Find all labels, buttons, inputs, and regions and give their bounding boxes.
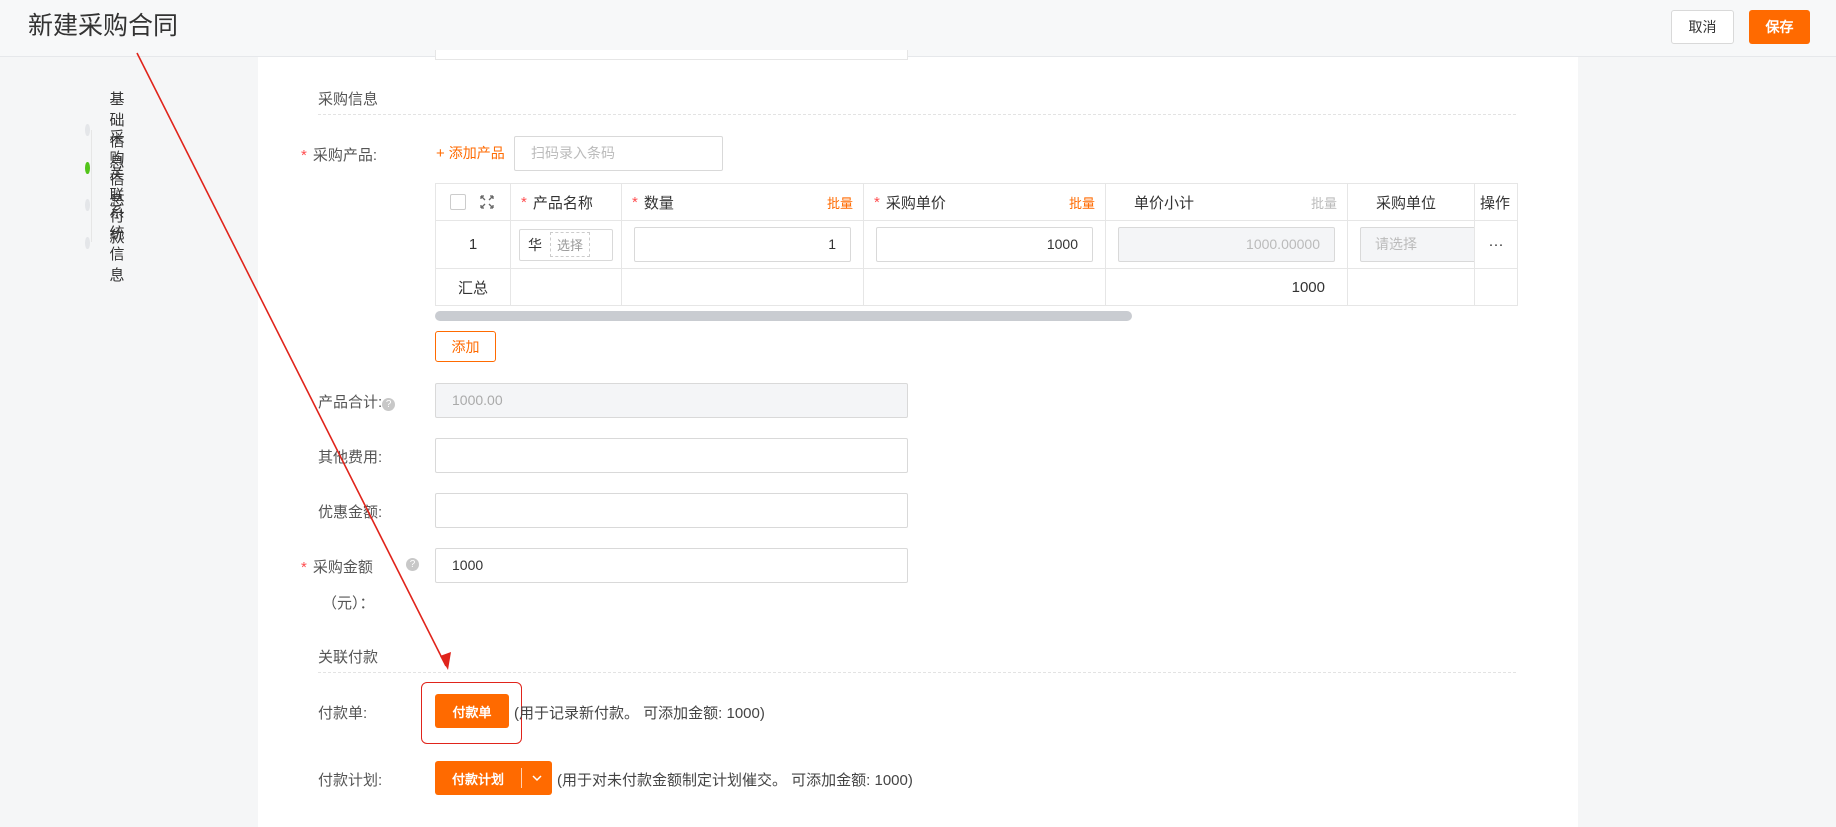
product-total-text: 产品合计: xyxy=(318,394,383,411)
header-price-cell: * 采购单价 批量 xyxy=(863,183,1106,221)
subtotal-batch-link: 批量 xyxy=(1310,195,1337,211)
expand-icon[interactable] xyxy=(480,195,494,209)
header-qty: 数量 xyxy=(643,194,674,212)
section-divider xyxy=(318,114,1516,115)
payment-plan-dropdown[interactable] xyxy=(522,774,552,782)
table-header-row: * 产品名称 * 数量 批量 * 采购单价 批量 单价小计 批量 采购单位 操作 xyxy=(435,183,1518,221)
select-all-checkbox[interactable] xyxy=(450,194,466,210)
row-unit-cell: 请选择 xyxy=(1347,220,1475,269)
step-dot xyxy=(85,199,90,211)
help-icon[interactable]: ? xyxy=(406,558,419,571)
payment-button[interactable]: 付款单 xyxy=(435,694,509,728)
summary-empty xyxy=(510,268,622,306)
header-name-cell: * 产品名称 xyxy=(510,183,622,221)
header-select-cell xyxy=(435,183,511,221)
payment-plan-label: 付款计划: xyxy=(318,772,383,789)
table-horizontal-scrollbar[interactable] xyxy=(435,311,1132,321)
row-name-cell: 华 选择 xyxy=(510,220,622,269)
barcode-input[interactable]: 扫码录入条码 xyxy=(514,136,723,171)
row-ops-menu[interactable]: ··· xyxy=(1474,220,1518,269)
product-name-value: 华 xyxy=(528,236,542,253)
section-title-purchase: 采购信息 xyxy=(318,91,379,108)
summary-empty xyxy=(1474,268,1518,306)
row-index: 1 xyxy=(435,220,511,269)
header-unit: 采购单位 xyxy=(1376,194,1437,212)
payment-plan-hint: (用于对未付款金额制定计划催交。 可添加金额: 1000) xyxy=(557,772,913,789)
qty-input[interactable]: 1 xyxy=(634,227,851,262)
summary-empty xyxy=(1347,268,1475,306)
payment-hint: (用于记录新付款。 可添加金额: 1000) xyxy=(514,705,765,722)
summary-empty xyxy=(621,268,864,306)
summary-subtotal: 1000 xyxy=(1105,268,1348,306)
select-product-button[interactable]: 选择 xyxy=(550,232,591,257)
save-button[interactable]: 保存 xyxy=(1749,10,1810,44)
header-ops: 操作 xyxy=(1480,194,1511,212)
add-product-link[interactable]: + 添加产品 xyxy=(436,143,505,163)
price-batch-link[interactable]: 批量 xyxy=(1069,193,1095,212)
cancel-button[interactable]: 取消 xyxy=(1671,10,1734,44)
summary-empty xyxy=(863,268,1106,306)
step-label: 系统信息 xyxy=(109,204,125,284)
page-header: 新建采购合同 取消 保存 xyxy=(0,0,1836,57)
page-title: 新建采购合同 xyxy=(28,12,179,40)
qty-batch-link[interactable]: 批量 xyxy=(827,193,853,212)
clipped-input xyxy=(435,50,908,60)
section-divider xyxy=(318,672,1516,673)
products-field-label: * 采购产品: xyxy=(301,147,378,164)
amount-label: * 采购金额 xyxy=(301,559,373,576)
header-ops-cell: 操作 xyxy=(1474,183,1518,221)
add-row-button[interactable]: 添加 xyxy=(435,331,496,362)
header-unit-price: 采购单价 xyxy=(885,194,946,212)
other-fees-input[interactable] xyxy=(435,438,908,473)
product-total-input: 1000.00 xyxy=(435,383,908,418)
product-table: * 产品名称 * 数量 批量 * 采购单价 批量 单价小计 批量 采购单位 操作 1 华 选… xyxy=(435,183,1518,306)
header-unit-cell: 采购单位 xyxy=(1347,183,1475,221)
unit-select[interactable]: 请选择 xyxy=(1360,227,1474,262)
amount-label-text: 采购金额 xyxy=(312,559,373,576)
row-subtotal-cell: 1000.00000 xyxy=(1105,220,1348,269)
unit-price-input[interactable]: 1000 xyxy=(876,227,1093,262)
add-product-text: 添加产品 xyxy=(448,145,505,161)
barcode-placeholder: 扫码录入条码 xyxy=(531,145,615,161)
payment-plan-button[interactable]: 付款计划 xyxy=(435,769,521,788)
summary-label: 汇总 xyxy=(435,268,511,306)
product-total-label: 产品合计:? xyxy=(318,391,396,412)
table-row: 1 华 选择 1 1000 1000.00000 请选择 ··· xyxy=(435,220,1518,269)
discount-label: 优惠金额: xyxy=(318,504,383,521)
payment-plan-split-button: 付款计划 xyxy=(435,761,552,795)
amount-unit-label: （元）： xyxy=(322,595,375,612)
section-title-payment: 关联付款 xyxy=(318,649,379,666)
header-qty-cell: * 数量 批量 xyxy=(621,183,864,221)
step-dot-active xyxy=(85,162,90,174)
header-name: 产品名称 xyxy=(532,194,593,212)
chevron-down-icon xyxy=(532,775,542,782)
header-subtotal: 单价小计 xyxy=(1134,194,1195,212)
steps-connector xyxy=(91,130,92,242)
help-icon[interactable]: ? xyxy=(382,398,396,411)
plus-icon: + xyxy=(436,145,445,162)
step-dot xyxy=(85,124,90,136)
other-fees-label: 其他费用: xyxy=(318,449,383,466)
product-name-select[interactable]: 华 选择 xyxy=(519,228,613,261)
discount-input[interactable] xyxy=(435,493,908,528)
payment-label: 付款单: xyxy=(318,705,368,722)
step-system-info[interactable]: 系统信息 xyxy=(80,204,132,284)
header-subtotal-cell: 单价小计 批量 xyxy=(1105,183,1348,221)
subtotal-input: 1000.00000 xyxy=(1118,227,1335,262)
table-summary-row: 汇总 1000 xyxy=(435,268,1518,306)
step-dot xyxy=(85,237,90,249)
purchase-amount-input[interactable]: 1000 xyxy=(435,548,908,583)
row-qty-cell: 1 xyxy=(621,220,864,269)
products-label-text: 采购产品: xyxy=(312,147,378,164)
row-price-cell: 1000 xyxy=(863,220,1106,269)
